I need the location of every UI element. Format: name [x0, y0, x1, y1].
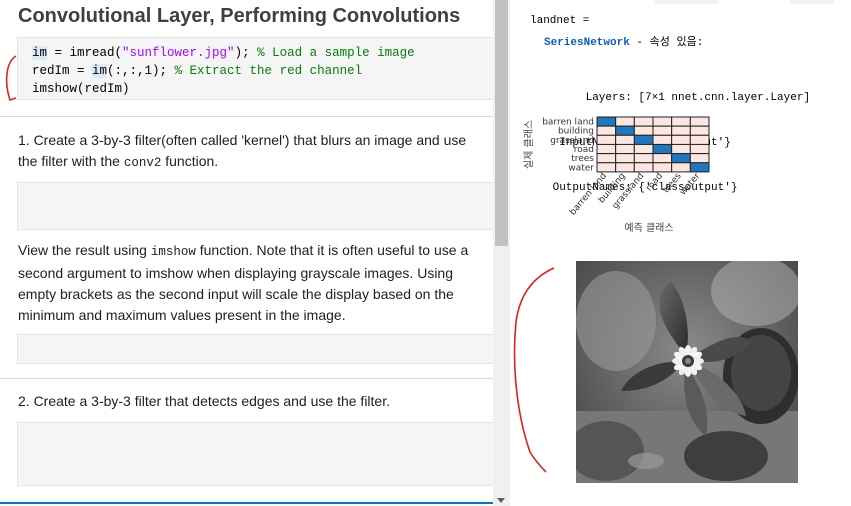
matrix-cell — [596, 143, 617, 155]
editor-scrollbar[interactable] — [493, 0, 510, 506]
matrix-cell — [671, 153, 691, 164]
task1-text: 1. Create a 3-by-3 filter(often called '… — [18, 132, 467, 170]
output-class-line: SeriesNetwork - 속성 있음: — [544, 37, 704, 49]
code-text[interactable]: im = imread("sunflower.jpg"); % Load a s… — [32, 44, 415, 98]
matrix-cell — [652, 143, 673, 155]
y-axis-label: 실제 클래스 — [523, 120, 535, 169]
matrix-cell — [689, 162, 710, 173]
matrix-cell — [596, 125, 617, 136]
matrix-cell — [596, 162, 617, 173]
matrix-cell — [615, 125, 635, 136]
section-title: Convolutional Layer, Performing Convolut… — [18, 5, 461, 27]
section-divider — [0, 116, 493, 117]
matrix-cell — [633, 134, 654, 145]
matrix-cell — [671, 125, 691, 136]
task2-text: 2. Create a 3-by-3 filter that detects e… — [18, 393, 390, 409]
section-divider — [0, 378, 493, 379]
confusion-matrix-chart: barren landbuildinggrasslandroadtreeswat… — [523, 116, 710, 234]
annotation-bracket-right — [513, 267, 555, 473]
matrix-cell — [652, 116, 673, 127]
matrix-cell — [633, 153, 654, 164]
matrix-cell — [671, 162, 691, 173]
output-variable-line: landnet = — [530, 15, 590, 27]
matrix-cell — [689, 143, 710, 155]
matrix-cell — [615, 153, 635, 164]
matrix-cell — [652, 125, 673, 136]
row-label: water — [568, 163, 594, 173]
task1-code-input[interactable] — [17, 182, 493, 230]
matrix-cell — [615, 116, 635, 127]
property-layers: Layers: [7×1 nnet.cnn.layer.Layer] — [546, 92, 811, 104]
matrix-cell — [615, 134, 635, 145]
scroll-down-arrow[interactable] — [497, 498, 505, 503]
output-toolbar — [655, 0, 834, 4]
sunflower-grayscale-image — [576, 261, 798, 483]
focus-underline — [0, 502, 493, 504]
matrix-cell — [689, 125, 710, 136]
column-label: water — [678, 171, 702, 197]
series-network-link[interactable]: SeriesNetwork — [544, 37, 630, 49]
matrix-cell — [671, 143, 691, 155]
view-result-text: View the result using imshow function. N… — [18, 242, 469, 323]
matrix-cell — [671, 116, 691, 127]
matrix-cell — [652, 153, 673, 164]
matrix-cell — [596, 153, 617, 164]
matrix-cell — [671, 134, 691, 145]
view-code-input[interactable] — [17, 334, 493, 364]
annotation-bracket-left — [5, 55, 17, 102]
matrix-cell — [652, 162, 673, 173]
matrix-cell — [689, 116, 710, 127]
matrix-cell — [652, 134, 673, 145]
live-script-editor: Convolutional Layer, Performing Convolut… — [0, 0, 493, 506]
matrix-cell — [615, 143, 635, 155]
matrix-cell — [633, 116, 654, 127]
scrollbar-thumb[interactable] — [495, 0, 508, 246]
x-axis-label: 예측 클래스 — [624, 222, 673, 234]
matrix-cell — [633, 162, 654, 173]
code-cell[interactable]: im = imread("sunflower.jpg"); % Load a s… — [17, 37, 493, 100]
task2-code-input[interactable] — [17, 422, 493, 486]
matrix-cell — [615, 162, 635, 173]
matrix-cell — [596, 134, 617, 145]
matrix-cell — [689, 134, 710, 145]
matrix-cell — [633, 143, 654, 155]
matrix-cell — [689, 153, 710, 164]
matrix-cell — [633, 125, 654, 136]
matrix-cell — [596, 116, 617, 127]
